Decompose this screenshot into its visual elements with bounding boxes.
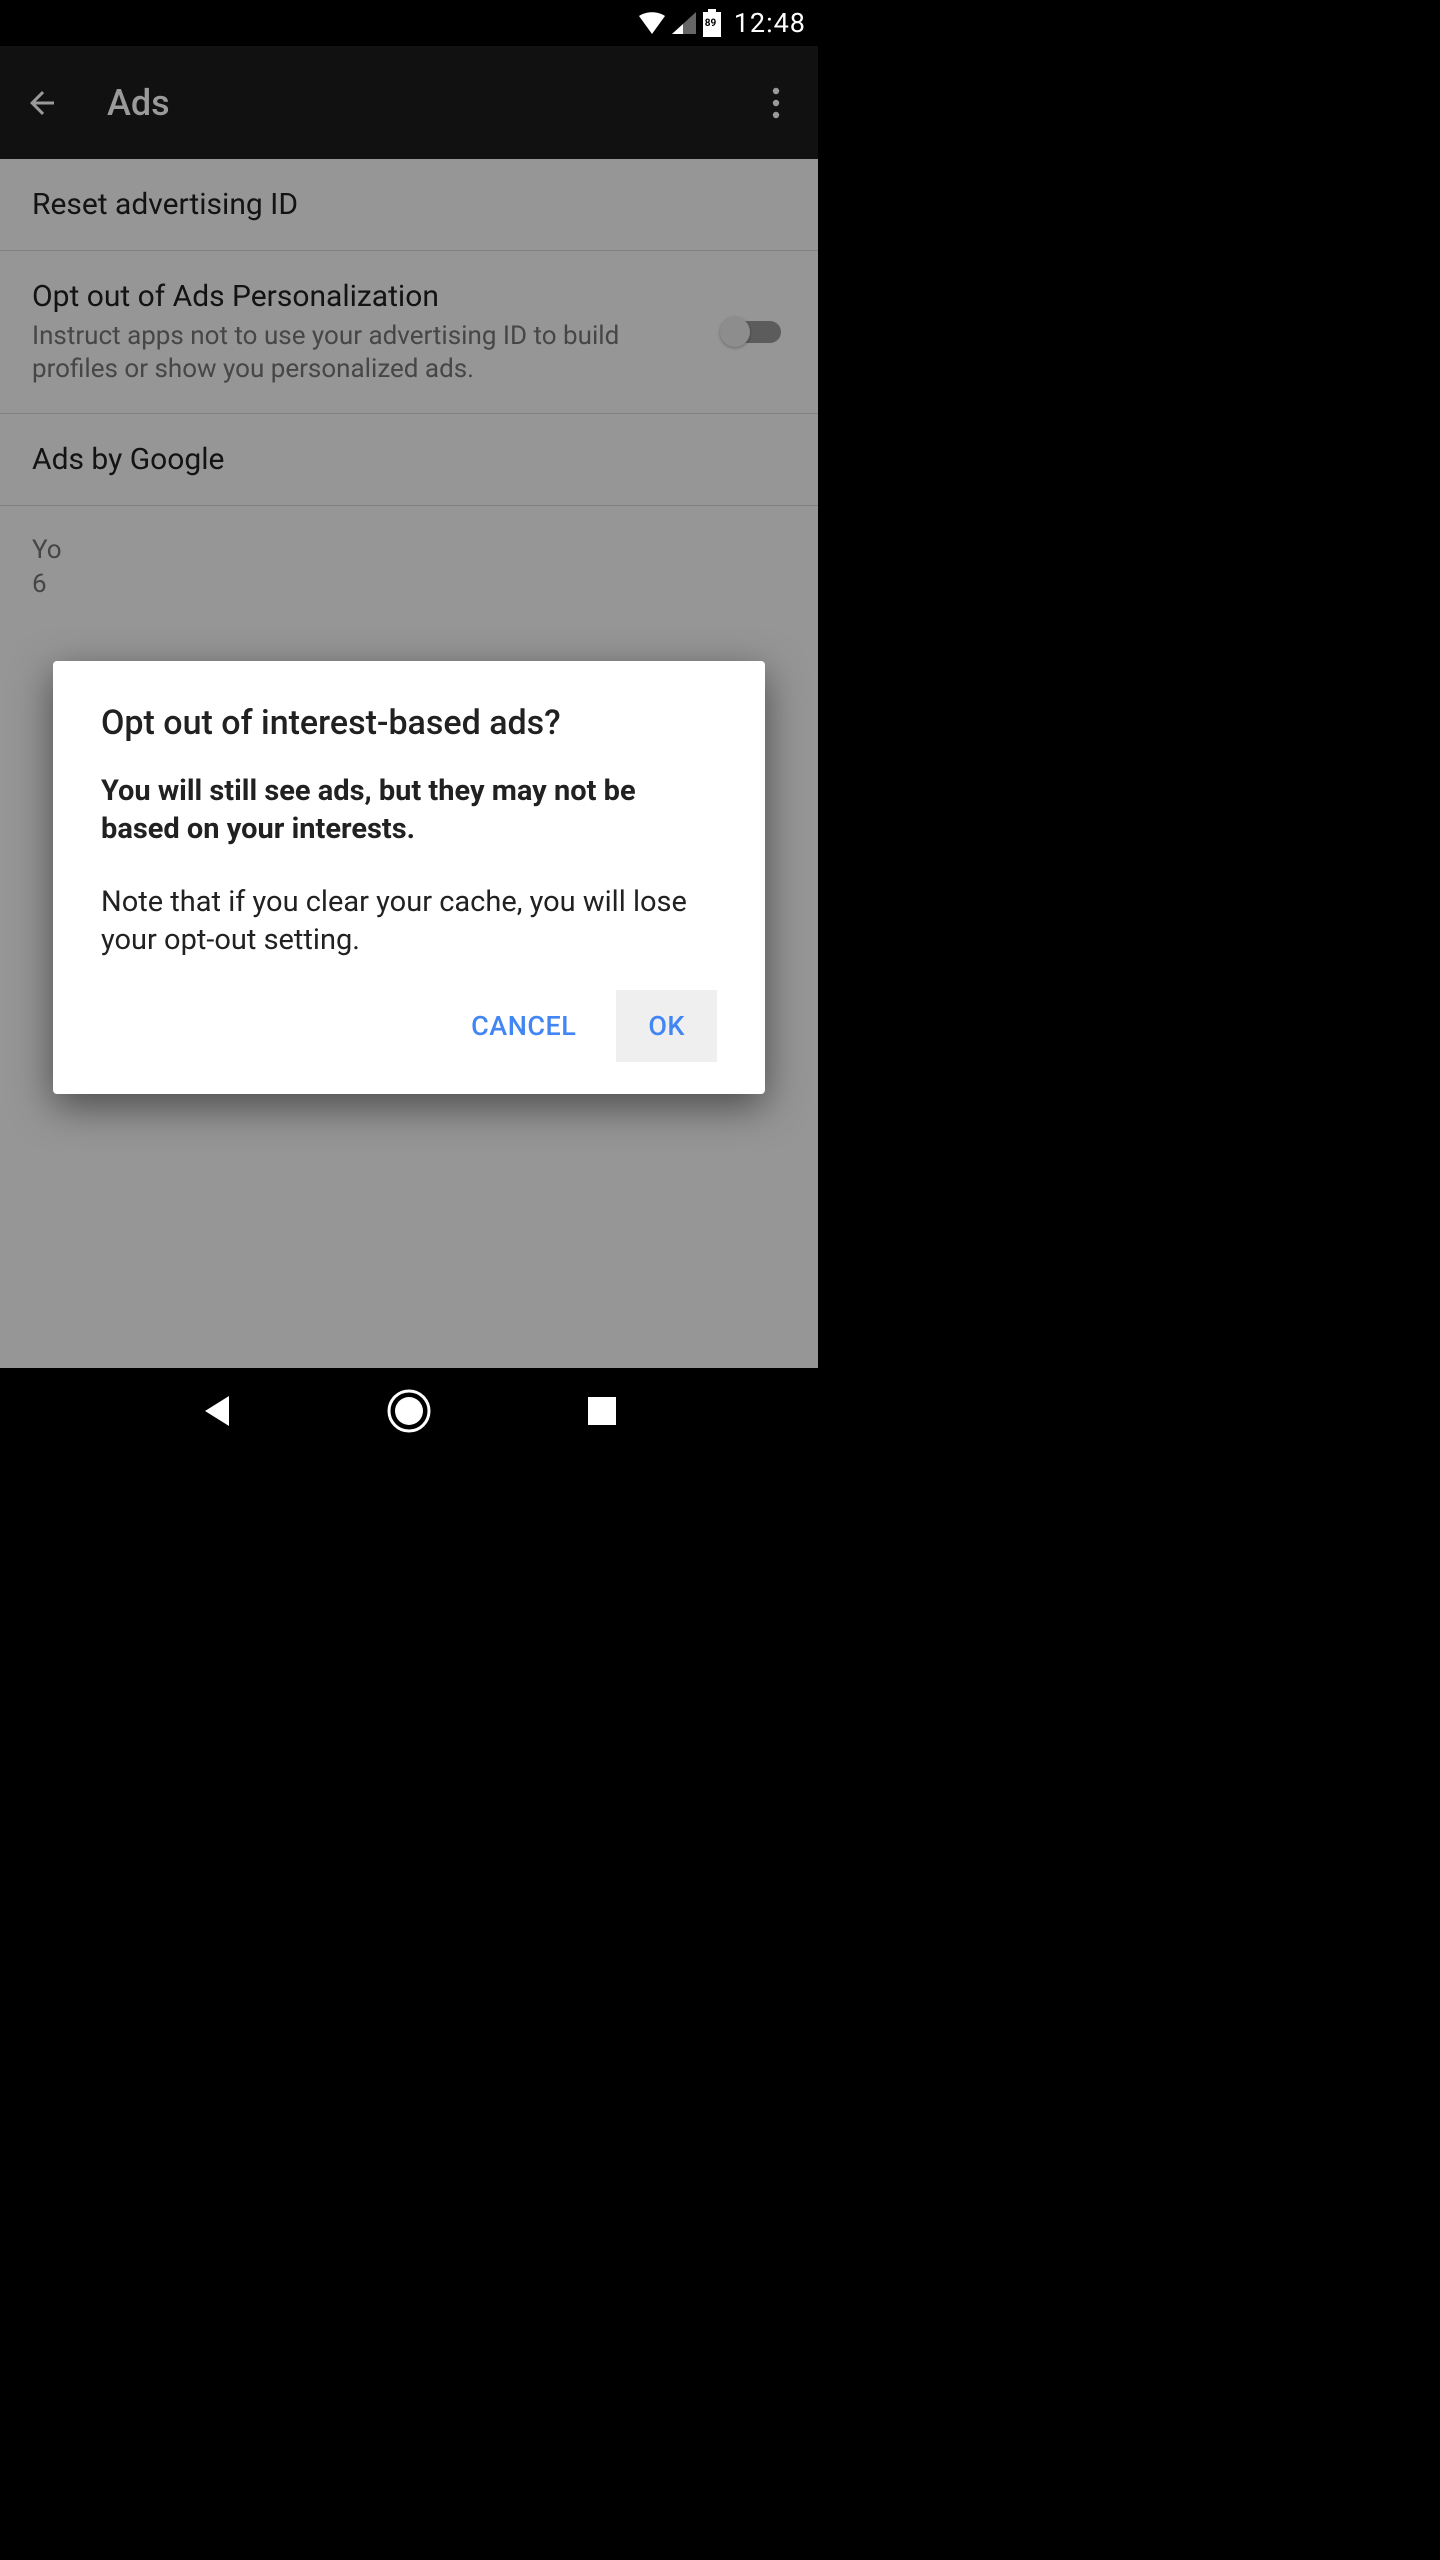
dialog-title: Opt out of interest-based ads?: [101, 703, 717, 743]
battery-icon: 89: [702, 9, 722, 37]
ok-button[interactable]: OK: [616, 990, 717, 1062]
nav-back-button[interactable]: [191, 1386, 241, 1436]
arrow-back-icon: [24, 85, 60, 121]
status-bar: 89 12:48: [0, 0, 818, 46]
status-time: 12:48: [734, 7, 806, 39]
opt-out-dialog: Opt out of interest-based ads? You will …: [53, 661, 765, 1094]
page-title: Ads: [107, 82, 170, 124]
battery-percent: 89: [705, 18, 716, 29]
nav-home-button[interactable]: [384, 1386, 434, 1436]
cellular-signal-icon: [672, 12, 696, 34]
settings-content: Reset advertising ID Opt out of Ads Pers…: [0, 159, 818, 1368]
dialog-body: Note that if you clear your cache, you w…: [101, 884, 717, 959]
navigation-bar: [0, 1368, 818, 1454]
wifi-icon: [638, 12, 666, 34]
overflow-menu-button[interactable]: [756, 83, 796, 123]
cancel-button[interactable]: CANCEL: [443, 990, 604, 1062]
dialog-actions: CANCEL OK: [101, 990, 717, 1062]
circle-home-icon: [387, 1389, 431, 1433]
square-recents-icon: [588, 1397, 616, 1425]
dialog-body-bold: You will still see ads, but they may not…: [101, 773, 717, 848]
more-vert-icon: [772, 87, 780, 119]
triangle-back-icon: [201, 1394, 231, 1428]
app-bar: Ads: [0, 46, 818, 159]
nav-recents-button[interactable]: [577, 1386, 627, 1436]
back-button[interactable]: [22, 83, 62, 123]
